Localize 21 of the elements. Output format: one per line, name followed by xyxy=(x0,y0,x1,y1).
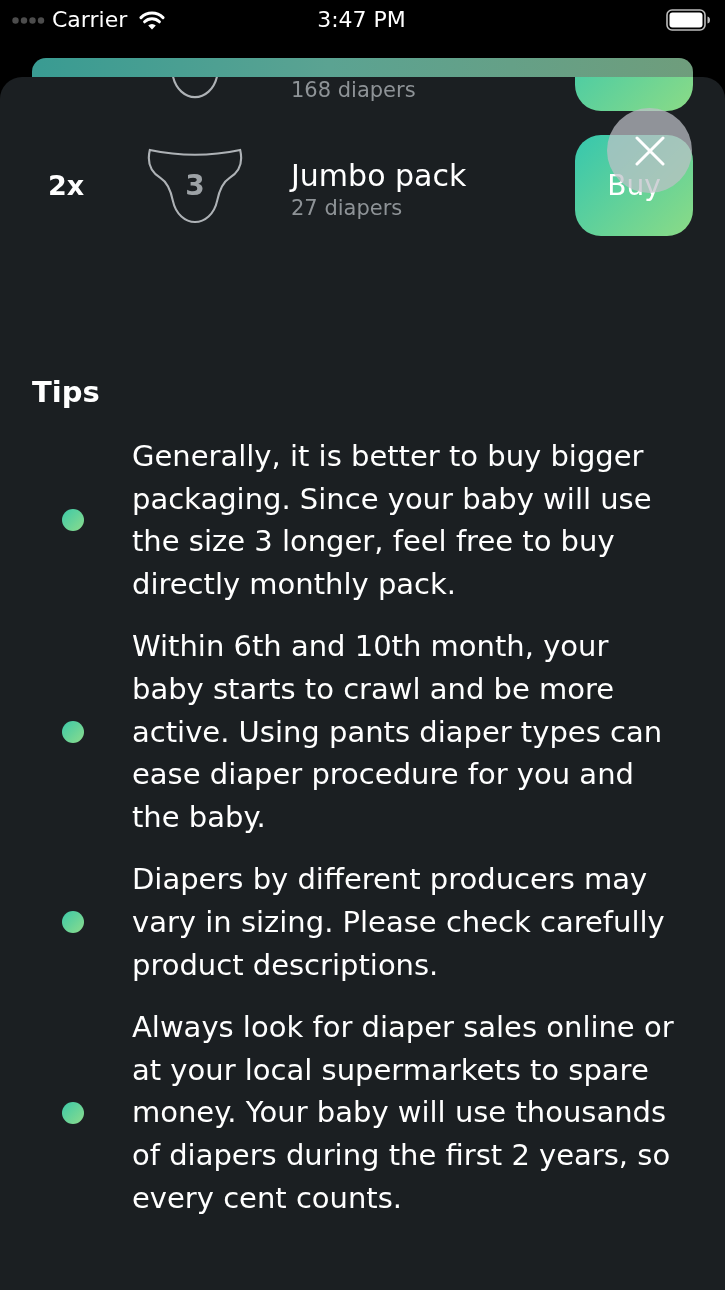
tip-text: Diapers by different producers may vary in sizing. Please check carefully product descriptions. xyxy=(132,861,666,984)
buy-button[interactable] xyxy=(575,77,693,111)
wifi-icon xyxy=(139,10,166,30)
diaper-count: 27 diapers xyxy=(291,194,404,222)
bullet-icon xyxy=(62,911,84,934)
tip-text: Within 6th and 10th month, your baby starts to crawl and be more active. Using pants diaper types can ease diaper procedure for you and the baby. xyxy=(132,628,664,837)
tip-text: Generally, it is better to buy bigger packaging. Since your baby will use the size 3 longer, feel free to buy directly monthly pack. xyxy=(132,438,653,604)
diaper-count: 168 diapers xyxy=(291,78,417,102)
quantity-label: 2x xyxy=(48,169,85,201)
close-icon xyxy=(634,135,665,166)
bullet-icon xyxy=(62,509,84,532)
battery-icon xyxy=(666,9,711,31)
bullet-icon xyxy=(62,721,84,744)
pack-name: Jumbo pack xyxy=(291,157,468,194)
size-number: 3 xyxy=(185,169,205,202)
section-title: Tips xyxy=(32,374,100,410)
bullet-icon xyxy=(62,1101,84,1124)
tip-text: Always look for diaper sales online or at your local supermarkets to spare money. Your baby will use thousands of diapers during the first 2 years, so every cent counts. xyxy=(132,1008,675,1217)
status-time: 3:47 PM xyxy=(317,7,406,33)
carrier-name: Carrier xyxy=(52,7,128,33)
signal-icon xyxy=(12,16,45,24)
